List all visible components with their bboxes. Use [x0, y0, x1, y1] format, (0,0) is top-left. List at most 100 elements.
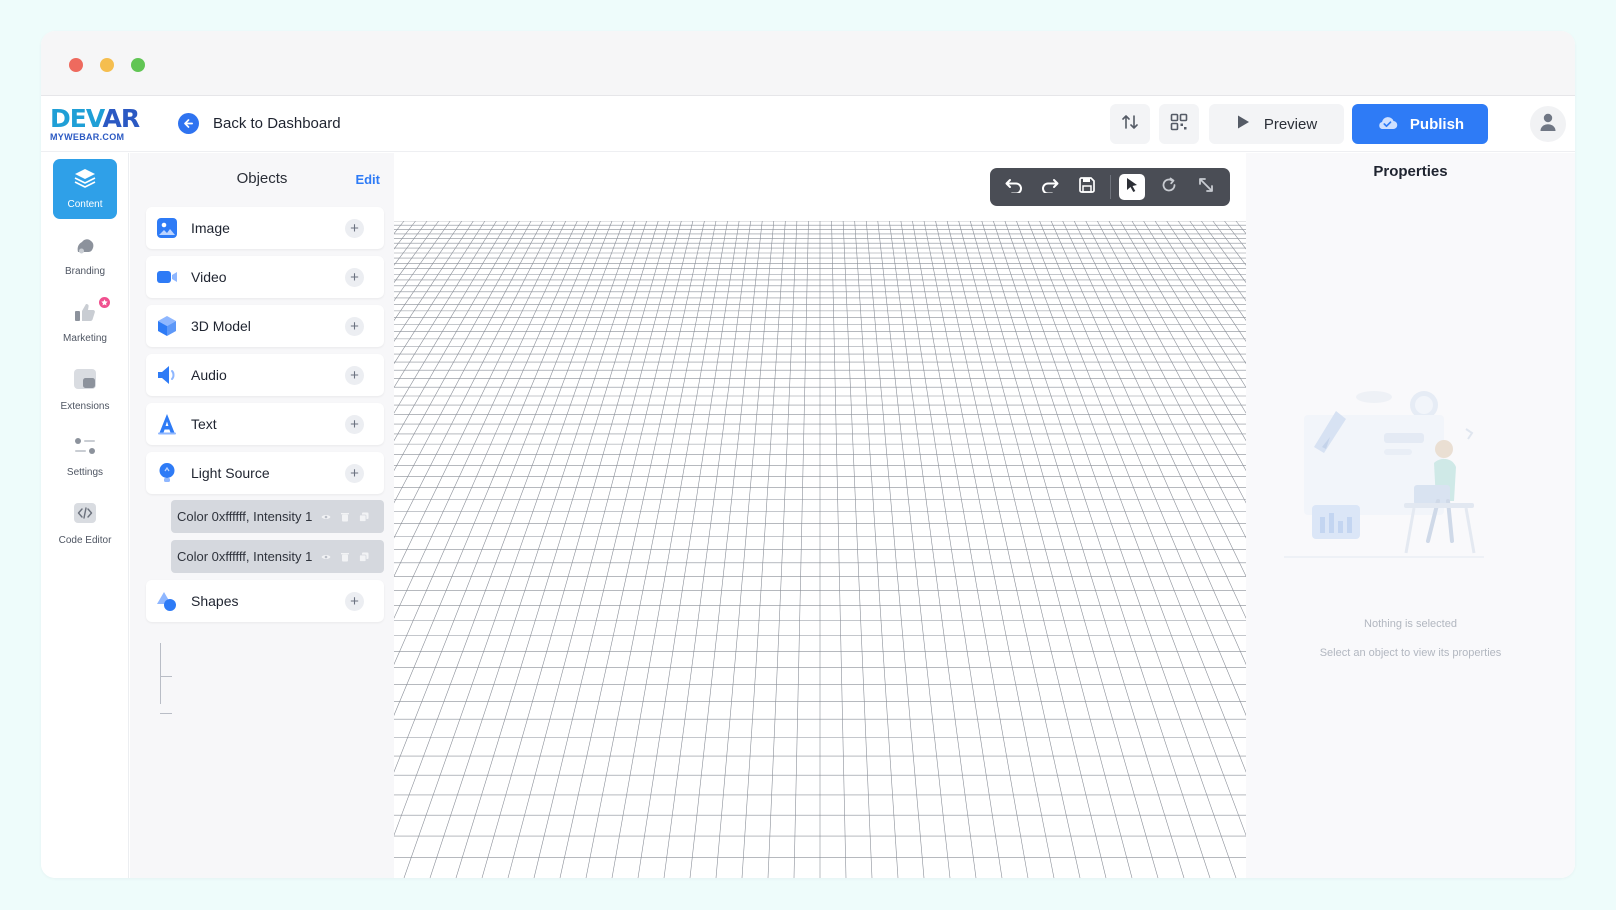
light-child-item[interactable]: Color 0xffffff, Intensity 1: [171, 500, 384, 533]
duplicate-icon[interactable]: [358, 511, 369, 522]
nav-item-settings[interactable]: Settings: [53, 427, 117, 487]
back-to-dashboard-link[interactable]: Back to Dashboard: [178, 113, 341, 134]
add-3d-model-button[interactable]: +: [345, 316, 364, 336]
object-row-text[interactable]: Text +: [146, 403, 384, 445]
back-to-dashboard-label: Back to Dashboard: [213, 115, 341, 132]
undo-button[interactable]: [1001, 174, 1027, 200]
object-label-audio: Audio: [191, 367, 227, 383]
nav-item-code-editor[interactable]: Code Editor: [53, 494, 117, 554]
scale-icon: [1198, 177, 1214, 198]
left-navigation: Content Branding Marketing Extensions Se…: [41, 153, 129, 878]
object-label-text: Text: [191, 416, 217, 432]
scale-tool-button[interactable]: [1193, 174, 1219, 200]
reorder-button[interactable]: [1110, 104, 1150, 144]
nav-item-extensions[interactable]: Extensions: [53, 360, 117, 420]
maximize-window-button[interactable]: [131, 58, 145, 72]
eye-icon[interactable]: [320, 551, 331, 562]
qr-code-button[interactable]: [1159, 104, 1199, 144]
empty-state-illustration: [1284, 377, 1494, 567]
logo-text-a: DEV: [50, 104, 103, 133]
add-audio-button[interactable]: +: [345, 365, 364, 385]
preview-label: Preview: [1263, 115, 1318, 133]
object-row-audio[interactable]: Audio +: [146, 354, 384, 396]
redo-button[interactable]: [1037, 174, 1063, 200]
user-avatar[interactable]: [1530, 106, 1566, 142]
preview-button[interactable]: Preview: [1209, 104, 1344, 144]
logo-subtitle: MYWEBAR.COM: [50, 132, 125, 142]
select-object-hint: Select an object to view its properties: [1319, 647, 1502, 659]
qr-code-icon: [1169, 112, 1189, 137]
add-shapes-button[interactable]: +: [345, 591, 364, 611]
nav-item-branding[interactable]: Branding: [53, 226, 117, 286]
save-icon: [1079, 176, 1095, 198]
extensions-icon: [73, 368, 97, 395]
redo-icon: [1041, 177, 1059, 198]
bulb-icon: [156, 462, 178, 484]
objects-panel: Objects Edit Image + Video + 3D Model +: [130, 153, 394, 878]
floor-grid: [394, 153, 1246, 878]
publish-label: Publish: [1409, 115, 1465, 133]
publish-button[interactable]: Publish: [1352, 104, 1488, 144]
light-child-item[interactable]: Color 0xffffff, Intensity 1: [171, 540, 384, 573]
edit-objects-button[interactable]: Edit: [355, 172, 380, 187]
top-bar: DEVAR MYWEBAR.COM Back to Dashboard Prev…: [41, 96, 1575, 152]
sliders-icon: [74, 436, 96, 461]
select-tool-button[interactable]: [1119, 174, 1145, 200]
object-row-shapes[interactable]: Shapes +: [146, 580, 384, 622]
nav-label-content: Content: [67, 199, 103, 210]
tree-connector: [160, 643, 172, 704]
duplicate-icon[interactable]: [358, 551, 369, 562]
undo-icon: [1005, 177, 1023, 198]
object-row-video[interactable]: Video +: [146, 256, 384, 298]
object-label-video: Video: [191, 269, 227, 285]
premium-star-badge: [97, 295, 112, 310]
close-window-button[interactable]: [69, 58, 83, 72]
light-child-label: Color 0xffffff, Intensity 1: [177, 549, 313, 564]
eye-icon[interactable]: [320, 511, 331, 522]
tree-connector-branch: [160, 676, 172, 677]
object-label-light-source: Light Source: [191, 465, 270, 481]
add-image-button[interactable]: +: [345, 218, 364, 238]
nav-item-content[interactable]: Content: [53, 159, 117, 219]
object-row-image[interactable]: Image +: [146, 207, 384, 249]
trash-icon[interactable]: [339, 511, 350, 522]
rotate-tool-button[interactable]: [1156, 174, 1182, 200]
nav-label-branding: Branding: [64, 266, 106, 277]
video-icon: [156, 266, 178, 288]
tree-connector-branch: [160, 713, 172, 714]
image-icon: [156, 217, 178, 239]
select-pointer-icon: [1125, 177, 1139, 198]
properties-panel: Properties Nothing is selected Select an…: [1246, 153, 1575, 878]
branding-icon: [74, 235, 96, 260]
arrow-left-icon: [178, 113, 199, 134]
light-child-label: Color 0xffffff, Intensity 1: [177, 509, 313, 524]
canvas-toolbar: [990, 168, 1230, 206]
layers-icon: [74, 168, 96, 193]
code-icon: [73, 502, 97, 529]
speaker-icon: [156, 364, 178, 386]
properties-panel-title: Properties: [1373, 163, 1448, 180]
toolbar-divider: [1110, 175, 1111, 199]
devar-logo[interactable]: DEVAR MYWEBAR.COM: [50, 104, 140, 143]
add-light-source-button[interactable]: +: [345, 463, 364, 483]
cloud-check-icon: [1376, 114, 1398, 134]
nav-label-extensions: Extensions: [60, 401, 110, 412]
object-row-3d-model[interactable]: 3D Model +: [146, 305, 384, 347]
trash-icon[interactable]: [339, 551, 350, 562]
save-scene-button[interactable]: [1074, 174, 1100, 200]
add-text-button[interactable]: +: [345, 414, 364, 434]
nav-label-marketing: Marketing: [63, 333, 107, 344]
user-icon: [1539, 112, 1557, 137]
objects-panel-title: Objects: [236, 170, 288, 187]
nav-item-marketing[interactable]: Marketing: [53, 293, 117, 353]
add-video-button[interactable]: +: [345, 267, 364, 287]
object-label-shapes: Shapes: [191, 593, 239, 609]
nav-label-code-editor: Code Editor: [58, 535, 112, 546]
object-row-light-source[interactable]: Light Source +: [146, 452, 384, 494]
scene-canvas[interactable]: [394, 153, 1246, 878]
thumbs-up-icon: [74, 302, 96, 327]
minimize-window-button[interactable]: [100, 58, 114, 72]
app-window: DEVAR MYWEBAR.COM Back to Dashboard Prev…: [41, 31, 1575, 878]
sort-arrows-icon: [1120, 112, 1140, 137]
nav-label-settings: Settings: [66, 467, 104, 478]
